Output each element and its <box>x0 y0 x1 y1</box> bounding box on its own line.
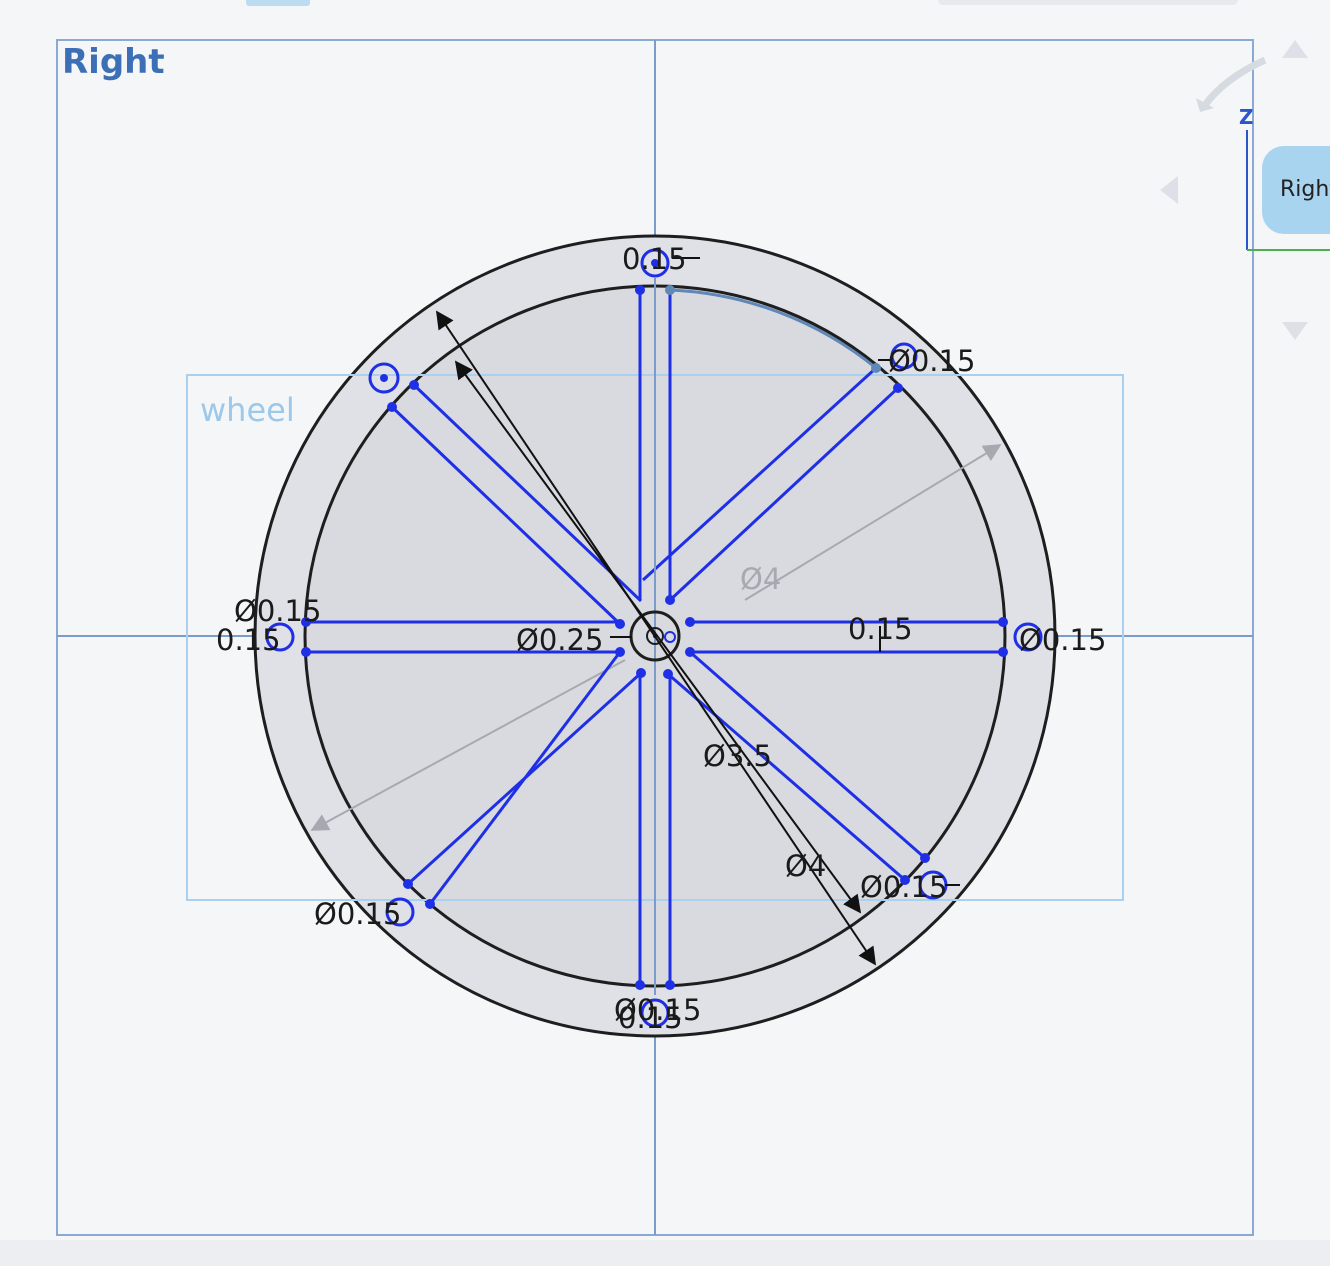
bottom-status-bar <box>0 1240 1330 1266</box>
view-left-arrow-icon <box>1160 176 1178 204</box>
dimension-center-diameter[interactable]: Ø0.25 <box>516 623 603 657</box>
dimension-right-diameter[interactable]: Ø0.15 <box>1019 623 1106 657</box>
dimension-top-width[interactable]: 0.15 <box>622 242 687 276</box>
z-axis-label: Z <box>1239 105 1254 129</box>
end-hole-center <box>380 374 388 382</box>
view-cube-face-label[interactable]: Right <box>1280 177 1330 202</box>
dimension-inner-diameter-label[interactable]: Ø3.5 <box>703 739 772 773</box>
dimension-grey-diameter-label[interactable]: Ø4 <box>740 562 781 596</box>
sketch-canvas[interactable]: Right wheel 0.15 Ø0.15 Ø0.15 0.15 Ø0.25 … <box>0 0 1330 1266</box>
view-up-arrow-icon <box>1282 40 1308 58</box>
dimension-bottom-width[interactable]: 0.15 <box>618 1001 683 1035</box>
rotate-view-icon <box>1202 56 1267 108</box>
plane-label: Right <box>62 42 165 82</box>
dimension-outer-diameter-label[interactable]: Ø4 <box>785 849 826 883</box>
dimension-right-width[interactable]: 0.15 <box>848 612 913 646</box>
dimension-top-right-diameter[interactable]: Ø0.15 <box>888 344 975 378</box>
view-down-arrow-icon <box>1282 322 1308 340</box>
sketch-label: wheel <box>200 391 295 429</box>
dimension-bottom-left-diameter[interactable]: Ø0.15 <box>314 897 401 931</box>
dimension-left-width[interactable]: 0.15 <box>216 623 281 657</box>
dimension-bottom-right-diameter[interactable]: Ø0.15 <box>860 870 947 904</box>
